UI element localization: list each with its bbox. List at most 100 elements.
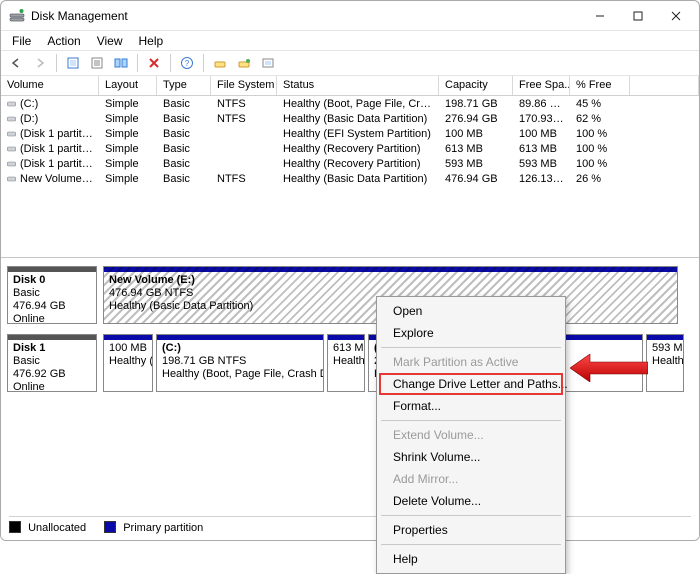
disk-size: 476.92 GB (13, 368, 91, 381)
partition-label: (C:) (162, 342, 318, 355)
ctx-explore[interactable]: Explore (379, 322, 563, 344)
ctx-properties[interactable]: Properties (379, 519, 563, 541)
ctx-delete[interactable]: Delete Volume... (379, 490, 563, 512)
volume-list[interactable]: Volume Layout Type File System Status Ca… (1, 76, 699, 258)
disk-size: 476.94 GB (13, 300, 91, 313)
legend-unallocated: Unallocated (9, 521, 86, 534)
toolbar-separator (137, 54, 138, 72)
volume-type: Basic (157, 173, 211, 185)
titlebar: Disk Management (1, 1, 699, 31)
help-icon[interactable]: ? (176, 52, 198, 74)
volume-status: Healthy (EFI System Partition) (277, 128, 439, 140)
col-volume[interactable]: Volume (1, 76, 99, 95)
ctx-separator (381, 420, 561, 421)
menubar: File Action View Help (1, 31, 699, 50)
close-button[interactable] (657, 2, 695, 30)
volume-type: Basic (157, 143, 211, 155)
menu-help[interactable]: Help (132, 33, 171, 49)
col-status[interactable]: Status (277, 76, 439, 95)
volume-name: (C:) (20, 98, 38, 110)
ctx-help[interactable]: Help (379, 548, 563, 570)
ctx-mark-active: Mark Partition as Active (379, 351, 563, 373)
volume-status: Healthy (Recovery Partition) (277, 143, 439, 155)
volume-icon (7, 114, 16, 123)
action-icon-3[interactable] (257, 52, 279, 74)
partition-line3: Healthy (EFI System Partition) (109, 355, 147, 368)
col-capacity[interactable]: Capacity (439, 76, 513, 95)
volume-row[interactable]: New Volume (E:)SimpleBasicNTFSHealthy (B… (1, 171, 699, 186)
nav-forward-icon[interactable] (29, 52, 51, 74)
partition[interactable]: (C:)198.71 GB NTFSHealthy (Boot, Page Fi… (156, 334, 324, 392)
volume-capacity: 476.94 GB (439, 173, 513, 185)
nav-back-icon[interactable] (5, 52, 27, 74)
disk-kind: Basic (13, 355, 91, 368)
partition-line3: Healthy (Boot, Page File, Crash Dump, Ba… (162, 368, 318, 381)
volume-row[interactable]: (D:)SimpleBasicNTFSHealthy (Basic Data P… (1, 111, 699, 126)
app-icon (9, 8, 25, 24)
svg-text:?: ? (185, 59, 190, 68)
partition[interactable]: 613 MBHealthy (Recovery Partition) (327, 334, 365, 392)
partition-line3: Healthy (Recovery Partition) (333, 355, 359, 368)
volume-name: (Disk 1 partition 4) (20, 143, 99, 155)
partition-line2: 198.71 GB NTFS (162, 355, 318, 368)
toolbar-separator (203, 54, 204, 72)
volume-capacity: 198.71 GB (439, 98, 513, 110)
ctx-separator (381, 347, 561, 348)
partition-line2: 100 MB (109, 342, 147, 355)
ctx-extend: Extend Volume... (379, 424, 563, 446)
ctx-separator (381, 515, 561, 516)
disk-info[interactable]: Disk 0Basic476.94 GBOnline (7, 266, 97, 324)
volume-icon (7, 129, 16, 138)
partition[interactable]: 100 MBHealthy (EFI System Partition) (103, 334, 153, 392)
volume-row[interactable]: (Disk 1 partition 5)SimpleBasicHealthy (… (1, 156, 699, 171)
properties-icon[interactable] (86, 52, 108, 74)
col-filesystem[interactable]: File System (211, 76, 277, 95)
ctx-change-drive-letter[interactable]: Change Drive Letter and Paths... (379, 373, 563, 395)
volume-row[interactable]: (Disk 1 partition 1)SimpleBasicHealthy (… (1, 126, 699, 141)
col-type[interactable]: Type (157, 76, 211, 95)
volume-row[interactable]: (C:)SimpleBasicNTFSHealthy (Boot, Page F… (1, 96, 699, 111)
col-layout[interactable]: Layout (99, 76, 157, 95)
partition-line2: 613 MB (333, 342, 359, 355)
disk-map-pane: Disk 0Basic476.94 GBOnlineNew Volume (E:… (1, 258, 699, 540)
disk-kind: Basic (13, 287, 91, 300)
menu-file[interactable]: File (5, 33, 38, 49)
annotation-arrow-icon (570, 354, 648, 385)
disk-info[interactable]: Disk 1Basic476.92 GBOnline (7, 334, 97, 392)
volume-capacity: 276.94 GB (439, 113, 513, 125)
volume-layout: Simple (99, 173, 157, 185)
menu-view[interactable]: View (90, 33, 130, 49)
toolbar-separator (170, 54, 171, 72)
volume-fs: NTFS (211, 113, 277, 125)
disk-block: Disk 0Basic476.94 GBOnlineNew Volume (E:… (7, 266, 693, 324)
volume-icon (7, 144, 16, 153)
action-icon-2[interactable] (233, 52, 255, 74)
volume-icon (7, 174, 16, 183)
volume-pct: 100 % (570, 143, 630, 155)
volume-type: Basic (157, 128, 211, 140)
minimize-button[interactable] (581, 2, 619, 30)
volume-status: Healthy (Basic Data Partition) (277, 113, 439, 125)
view-mode-icon[interactable] (110, 52, 132, 74)
partition-line2: 593 MB (652, 342, 678, 355)
action-icon-1[interactable] (209, 52, 231, 74)
volume-type: Basic (157, 158, 211, 170)
refresh-icon[interactable] (62, 52, 84, 74)
volume-pct: 45 % (570, 98, 630, 110)
volume-free: 170.93 GB (513, 113, 570, 125)
ctx-format[interactable]: Format... (379, 395, 563, 417)
menu-action[interactable]: Action (40, 33, 87, 49)
volume-fs: NTFS (211, 98, 277, 110)
col-pctfree[interactable]: % Free (570, 76, 630, 95)
delete-icon[interactable] (143, 52, 165, 74)
col-freespace[interactable]: Free Spa... (513, 76, 570, 95)
legend-primary-label: Primary partition (123, 522, 203, 534)
maximize-button[interactable] (619, 2, 657, 30)
ctx-open[interactable]: Open (379, 300, 563, 322)
volume-row[interactable]: (Disk 1 partition 4)SimpleBasicHealthy (… (1, 141, 699, 156)
volume-pct: 100 % (570, 128, 630, 140)
partition[interactable]: 593 MBHealthy (Recovery Partition) (646, 334, 684, 392)
ctx-shrink[interactable]: Shrink Volume... (379, 446, 563, 468)
volume-free: 100 MB (513, 128, 570, 140)
volume-name: (Disk 1 partition 1) (20, 128, 99, 140)
